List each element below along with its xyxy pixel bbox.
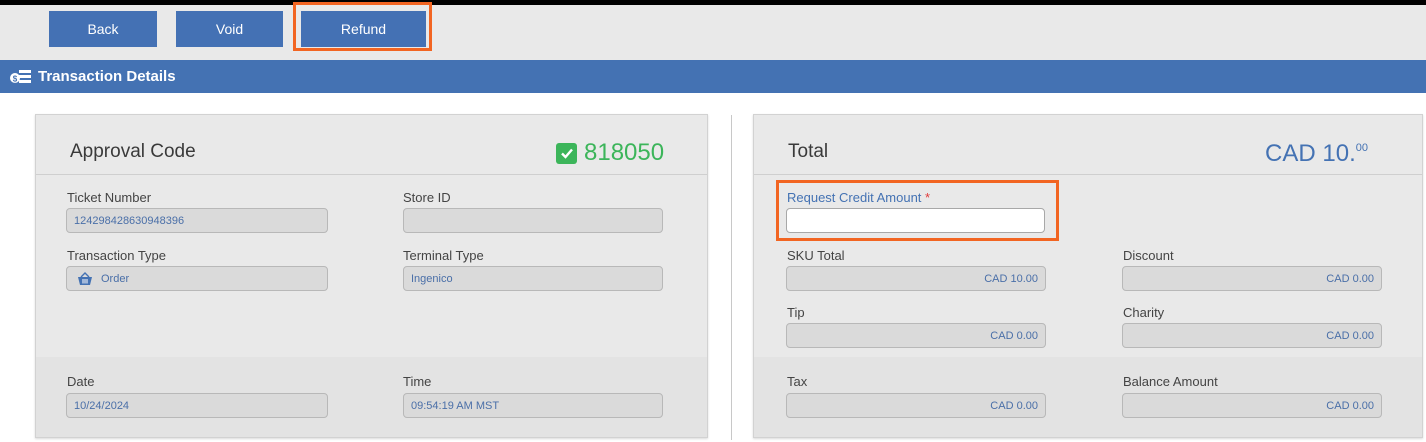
totals-panel: Total CAD 10.00 Request Credit Amount * … [753,114,1423,438]
total-amount: CAD 10.00 [1265,140,1368,168]
date-field[interactable]: 10/24/2024 [66,393,328,418]
approval-panel: Approval Code 818050 Ticket Number 12429… [35,114,708,438]
ticket-number-field[interactable]: 124298428630948396 [66,208,328,233]
ticket-number-label: Ticket Number [67,190,152,205]
terminal-type-label: Terminal Type [403,248,484,263]
charity-field[interactable]: CAD 0.00 [1122,323,1382,348]
void-button[interactable]: Void [176,11,283,47]
basket-icon [77,271,93,286]
date-label: Date [67,374,95,389]
tax-label: Tax [787,374,808,389]
panel-separator [754,174,1422,175]
store-id-label: Store ID [403,190,451,205]
approval-code-label: Approval Code [70,141,196,162]
terminal-type-field[interactable]: Ingenico [403,266,663,291]
total-main: CAD 10. [1265,140,1356,167]
time-label: Time [403,374,432,389]
transaction-type-label: Transaction Type [67,248,166,263]
checkbox-checked-icon [556,142,577,164]
section-header: $ Transaction Details [0,60,1426,93]
column-divider [731,115,732,440]
tax-field[interactable]: CAD 0.00 [786,393,1046,418]
panel-separator [36,174,707,175]
transaction-type-field[interactable]: Order [66,266,328,291]
balance-amount-label: Balance Amount [1123,374,1218,389]
transaction-type-value: Order [101,272,130,285]
charity-label: Charity [1123,305,1165,320]
svg-text:$: $ [13,74,18,83]
balance-amount-field[interactable]: CAD 0.00 [1122,393,1382,418]
approval-code-value: 818050 [584,139,665,166]
store-id-field[interactable] [403,208,663,233]
section-title: Transaction Details [38,68,176,85]
request-credit-highlight [776,180,1059,241]
total-label: Total [788,141,829,162]
toolbar: Back Void Refund [0,2,1426,60]
time-field[interactable]: 09:54:19 AM MST [403,393,663,418]
sku-total-label: SKU Total [787,248,845,263]
discount-field[interactable]: CAD 0.00 [1122,266,1382,291]
back-button[interactable]: Back [49,11,157,47]
refund-highlight [293,2,432,51]
money-stack-icon: $ [10,69,32,84]
sku-total-field[interactable]: CAD 10.00 [786,266,1046,291]
tip-field[interactable]: CAD 0.00 [786,323,1046,348]
discount-label: Discount [1123,248,1174,263]
tip-label: Tip [787,305,805,320]
total-cents: 00 [1355,141,1368,154]
approval-code-display: 818050 [556,139,664,167]
